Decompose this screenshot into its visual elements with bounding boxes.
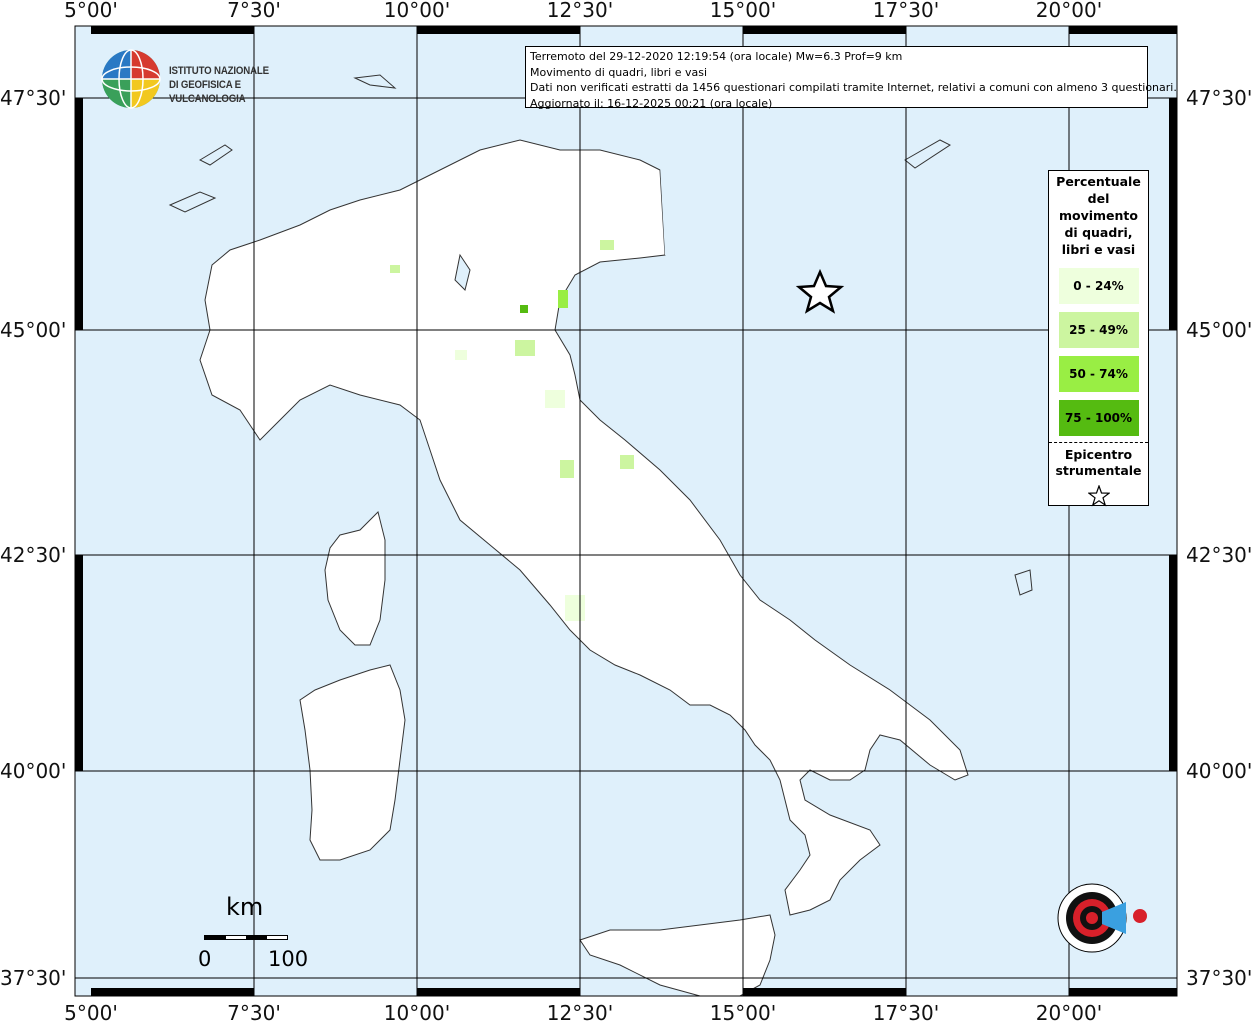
legend-star-icon — [1049, 484, 1148, 510]
lat-tick-right-2: 42°30' — [1186, 543, 1251, 567]
legend-title-line-2: del — [1087, 191, 1110, 206]
ingv-globe-icon — [101, 49, 161, 109]
lon-tick-bottom-3: 12°30' — [547, 1001, 613, 1024]
lat-tick-left-2: 42°30' — [0, 543, 66, 567]
legend-title: Percentuale del movimento di quadri, lib… — [1049, 173, 1148, 258]
lon-tick-top-4: 15°00' — [710, 0, 776, 22]
lat-tick-left-0: 47°30' — [0, 86, 66, 110]
info-line-1: Terremoto del 29-12-2020 12:19:54 (ora l… — [530, 50, 903, 63]
scale-label-end: 100 — [268, 947, 309, 971]
lon-tick-bottom-1: 7°30' — [227, 1001, 281, 1024]
ingv-logo: ISTITUTO NAZIONALE DI GEOFISICA E VULCAN… — [100, 46, 340, 110]
scale-bar: km 0 100 — [196, 893, 316, 973]
legend-epicentre-label: Epicentro strumentale — [1049, 447, 1148, 479]
lon-tick-bottom-2: 10°00' — [384, 1001, 450, 1024]
legend-epicentre-line-1: Epicentro — [1064, 447, 1133, 462]
scale-label-start: 0 — [198, 947, 212, 971]
hst-logo-icon — [1057, 883, 1147, 953]
legend-item-0-24: 0 - 24% — [1058, 268, 1139, 304]
logo-line-2: DI GEOFISICA E VULCANOLOGIA — [169, 79, 246, 105]
lat-tick-right-4: 37°30' — [1186, 966, 1251, 990]
legend-item-75-100: 75 - 100% — [1058, 400, 1139, 436]
legend-title-line-5: libri e vasi — [1061, 242, 1136, 257]
lon-tick-top-6: 20°00' — [1036, 0, 1102, 22]
info-line-3: Dati non verificati estratti da 1456 que… — [530, 81, 1177, 94]
lon-tick-bottom-0: 5°00' — [64, 1001, 118, 1024]
lon-tick-bottom-4: 15°00' — [710, 1001, 776, 1024]
lon-tick-top-2: 10°00' — [384, 0, 450, 22]
lon-tick-top-3: 12°30' — [547, 0, 613, 22]
earthquake-info-box: Terremoto del 29-12-2020 12:19:54 (ora l… — [525, 46, 1177, 110]
legend-epicentre-line-2: strumentale — [1055, 463, 1142, 478]
legend-title-line-1: Percentuale — [1056, 174, 1141, 189]
lat-tick-right-3: 40°00' — [1186, 759, 1251, 783]
scale-bar-graphic — [204, 935, 288, 940]
info-line-2: Movimento di quadri, libri e vasi — [530, 65, 708, 79]
scale-unit: km — [226, 893, 264, 921]
legend-divider — [1049, 442, 1148, 443]
lon-tick-top-1: 7°30' — [227, 0, 281, 22]
lat-tick-left-1: 45°00' — [0, 318, 66, 342]
legend-item-50-74: 50 - 74% — [1058, 356, 1139, 392]
legend-title-line-3: movimento — [1058, 208, 1138, 223]
legend-title-line-4: di quadri, — [1064, 225, 1133, 240]
lat-tick-right-1: 45°00' — [1186, 318, 1251, 342]
legend: Percentuale del movimento di quadri, lib… — [1048, 170, 1149, 507]
land-sardinia — [299, 664, 406, 861]
lon-tick-bottom-5: 17°30' — [873, 1001, 939, 1024]
logo-line-1: ISTITUTO NAZIONALE — [169, 65, 269, 77]
lon-tick-bottom-6: 20°00' — [1036, 1001, 1102, 1024]
info-line-4: Aggiornato il: 16-12-2025 00:21 (ora loc… — [530, 96, 773, 110]
lon-tick-top-0: 5°00' — [64, 0, 118, 22]
lon-tick-top-5: 17°30' — [873, 0, 939, 22]
legend-item-25-49: 25 - 49% — [1058, 312, 1139, 348]
lat-tick-left-4: 37°30' — [0, 966, 66, 990]
lat-tick-left-3: 40°00' — [0, 759, 66, 783]
hst-logo — [1032, 868, 1152, 978]
lat-tick-right-0: 47°30' — [1186, 86, 1251, 110]
